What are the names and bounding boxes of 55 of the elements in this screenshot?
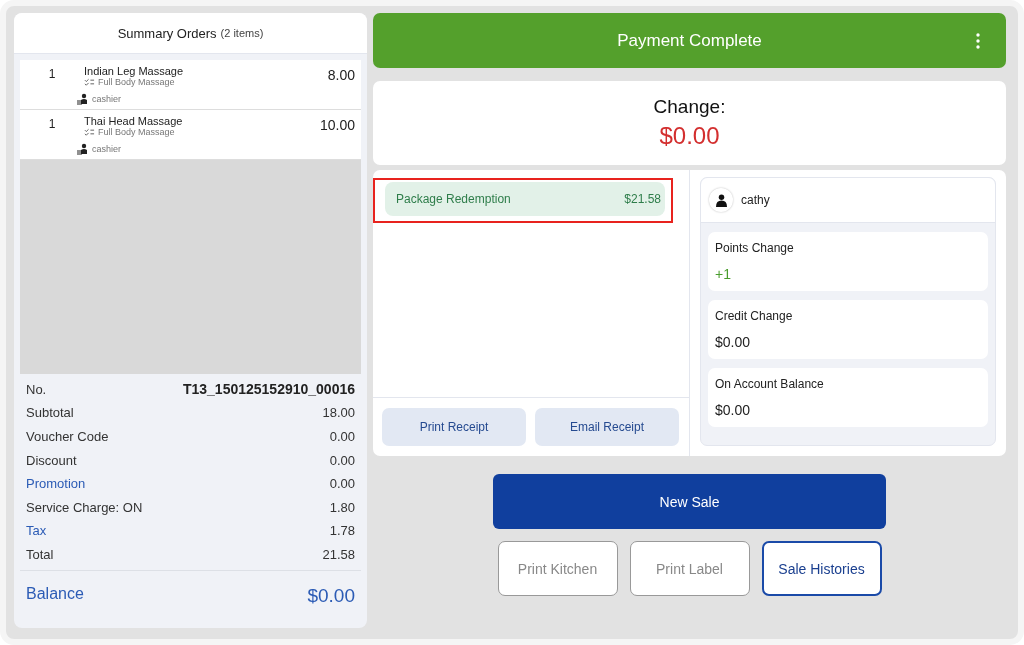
- balance-label: Balance: [26, 584, 84, 604]
- summary-value: 21.58: [322, 546, 355, 562]
- change-amount: $0.00: [659, 122, 720, 150]
- item-price: 10.00: [319, 116, 355, 135]
- summary-label: Voucher Code: [26, 429, 109, 444]
- summary-label: No.: [26, 381, 47, 397]
- item-category: Full Body Massage: [98, 77, 175, 87]
- change-label: Change:: [653, 96, 726, 118]
- item-quantity: 1: [47, 116, 57, 131]
- summary-value: 1.80: [329, 499, 355, 515]
- list-icon: [84, 78, 95, 86]
- balance-value: $0.00: [307, 584, 355, 607]
- stat-label: On Account Balance: [715, 377, 825, 391]
- summary-title: Summary Orders: [117, 25, 217, 41]
- summary-label: Discount: [26, 452, 77, 468]
- customer-name: cathy: [741, 193, 770, 207]
- summary-label: Service Charge: ON: [26, 499, 143, 515]
- stat-value: +1: [715, 266, 732, 282]
- list-icon: [84, 128, 95, 136]
- stat-label: Points Change: [715, 241, 795, 255]
- new-sale-button[interactable]: New Sale: [493, 474, 886, 529]
- action-button[interactable]: Sale Histories: [761, 541, 882, 596]
- summary-label[interactable]: Promotion: [26, 476, 86, 492]
- order-item[interactable]: 1 Indian Leg Massage Full Body Massage cashier 8.00: [20, 60, 361, 110]
- item-name: Indian Leg Massage: [84, 65, 185, 77]
- item-quantity: 1: [47, 66, 57, 81]
- item-count: (2 items): [220, 27, 264, 39]
- summary-value: 0.00: [329, 452, 355, 468]
- receipt-button[interactable]: Email Receipt: [535, 408, 679, 446]
- item-category: Full Body Massage: [98, 127, 175, 137]
- person-icon: [709, 188, 733, 212]
- item-name: Thai Head Massage: [84, 115, 184, 127]
- payment-method: Package Redemption: [396, 192, 511, 206]
- summary-value: 18.00: [322, 405, 355, 421]
- summary-value: T13_150125152910_00016: [182, 381, 355, 398]
- more-icon[interactable]: [976, 33, 980, 49]
- stat-value: $0.00: [715, 334, 752, 350]
- payment-amount: $21.58: [624, 192, 661, 206]
- summary-label[interactable]: Tax: [26, 523, 47, 539]
- staff-name: cashier: [92, 144, 121, 154]
- summary-label: Total: [26, 546, 54, 562]
- payment-row[interactable]: Package Redemption $21.58: [385, 182, 665, 216]
- receipt-button[interactable]: Print Receipt: [382, 408, 526, 446]
- status-title: Payment Complete: [617, 30, 762, 51]
- staff-icon: [77, 93, 89, 105]
- stat-label: Credit Change: [715, 309, 794, 323]
- summary-value: 0.00: [329, 476, 355, 492]
- summary-value: 0.00: [329, 429, 355, 444]
- summary-label: Subtotal: [26, 405, 74, 421]
- stat-value: $0.00: [715, 402, 752, 418]
- staff-name: cashier: [92, 94, 121, 104]
- order-item[interactable]: 1 Thai Head Massage Full Body Massage cashier 10.00: [20, 110, 361, 160]
- staff-icon: [77, 143, 89, 155]
- item-price: 8.00: [327, 66, 355, 85]
- summary-value: 1.78: [329, 523, 355, 539]
